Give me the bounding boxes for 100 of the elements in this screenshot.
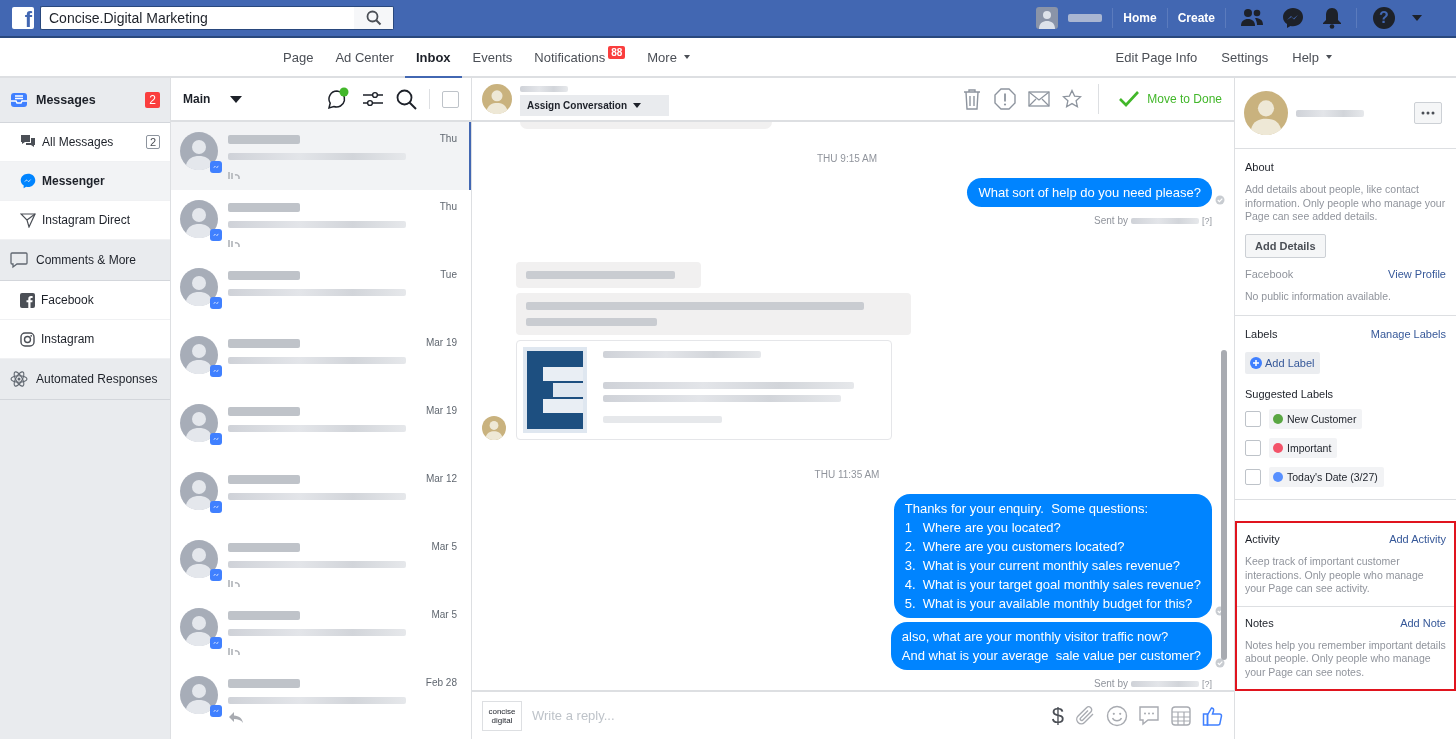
add-link[interactable]: Add Note [1400, 616, 1446, 629]
blurred-text [1131, 680, 1199, 687]
view-profile-link[interactable]: View Profile [1388, 267, 1446, 280]
star-icon[interactable] [1062, 89, 1083, 109]
messenger-badge-icon [210, 229, 222, 241]
section-title: Notes [1245, 616, 1274, 629]
label-checkbox[interactable] [1245, 469, 1261, 485]
avatar[interactable] [1036, 7, 1059, 29]
select-all-checkbox[interactable] [442, 90, 459, 108]
payment-button[interactable]: $ [1051, 702, 1064, 729]
label-checkbox[interactable] [1245, 440, 1261, 456]
nav-tab[interactable]: Notifications 88 [523, 38, 637, 78]
conversation-item[interactable]: Thu [171, 190, 471, 258]
messenger-badge-icon [210, 161, 222, 173]
search-icon[interactable] [396, 88, 417, 110]
conversation-item[interactable]: Tue [171, 258, 471, 326]
sent-by-label: Sent by [1094, 678, 1128, 689]
timestamp: THU 9:15 AM [817, 153, 877, 164]
sidebar-section[interactable]: Automated Responses [0, 359, 170, 400]
nav-tab[interactable]: Page [272, 38, 325, 78]
info-text: No public information available. [1245, 289, 1392, 303]
add-label-button[interactable]: Add Label [1245, 352, 1320, 374]
avatar [482, 84, 512, 114]
emoji-icon[interactable] [1106, 704, 1128, 727]
section-description: Notes help you remember important details about people. Only people who manage your Page can see notes. [1245, 638, 1446, 679]
filter-icon[interactable] [362, 89, 384, 109]
messenger-badge-icon [210, 569, 222, 581]
facebook-logo[interactable]: f [12, 7, 34, 29]
thumbs-up-icon[interactable] [1202, 704, 1224, 727]
conversation-item[interactable]: Mar 5 [171, 530, 471, 598]
nav-tab[interactable]: Help [1280, 38, 1344, 78]
label-tag[interactable]: Today's Date (3/27) [1269, 467, 1384, 487]
seen-icon [228, 646, 240, 656]
chat-status-icon[interactable] [326, 87, 350, 111]
scrollbar[interactable] [1221, 350, 1227, 660]
label-tag[interactable]: Important [1269, 438, 1338, 458]
section-description: Add details about people, like contact information. Only people who manage your Page can see added details. [1245, 183, 1446, 224]
create-link[interactable]: Create [1177, 11, 1215, 25]
chat-bubbles-icon [20, 134, 36, 150]
nav-tab[interactable]: Events [461, 38, 524, 78]
conversation-item[interactable]: Mar 19 [171, 394, 471, 462]
link-preview-card[interactable] [516, 340, 892, 440]
blurred-text [228, 611, 300, 620]
avatar [482, 416, 506, 440]
blurred-text [1131, 217, 1199, 224]
paperclip-icon[interactable] [1074, 704, 1096, 727]
sidebar-item[interactable]: Instagram [0, 320, 170, 359]
blurred-text [228, 135, 300, 144]
conversation-time: Thu [439, 132, 458, 144]
nav-tab[interactable]: Settings [1209, 38, 1281, 78]
atom-icon [10, 370, 28, 388]
trash-icon[interactable] [962, 88, 983, 110]
envelope-icon[interactable] [1028, 91, 1051, 107]
blurred-text [228, 475, 300, 484]
reply-icon [228, 711, 244, 724]
nav-tab[interactable]: More [636, 38, 701, 78]
sent-by-label: Sent by [1094, 215, 1128, 226]
messenger-icon[interactable] [1282, 7, 1304, 29]
nav-tab[interactable]: Ad Center [324, 38, 405, 78]
sidebar-item[interactable]: Facebook [0, 281, 170, 320]
section-title: Suggested Labels [1245, 388, 1335, 400]
inbox-icon [10, 91, 28, 109]
nav-tab[interactable]: Edit Page Info [1103, 38, 1210, 78]
messenger-badge-icon [210, 501, 222, 513]
conversation-time: Thu [439, 200, 458, 212]
alert-icon[interactable] [994, 88, 1017, 110]
message-bubble: What sort of help do you need please? [967, 178, 1212, 207]
seen-icon [228, 238, 240, 248]
page-logo: concise digital [482, 700, 522, 731]
read-receipt-icon [1215, 658, 1225, 668]
folder-dropdown[interactable]: Main [183, 92, 243, 106]
label-checkbox[interactable] [1245, 411, 1261, 427]
messenger-badge-icon [210, 297, 222, 309]
home-link[interactable]: Home [1123, 11, 1157, 25]
saved-reply-icon[interactable] [1138, 704, 1160, 727]
blurred-text [228, 339, 300, 348]
read-receipt-icon [1215, 195, 1225, 205]
assign-dropdown[interactable]: Assign Conversation [520, 95, 670, 116]
conversation-item[interactable]: Thu [171, 122, 471, 190]
add-link[interactable]: Add Activity [1389, 533, 1446, 545]
manage-labels-link[interactable]: Manage Labels [1370, 328, 1446, 340]
conversation-item[interactable]: Mar 5 [171, 598, 471, 666]
caret-icon[interactable] [1412, 15, 1422, 21]
messenger-icon [20, 173, 36, 189]
label-tag[interactable]: New Customer [1269, 409, 1363, 429]
blurred-text [1068, 14, 1103, 22]
more-button[interactable] [1414, 102, 1442, 124]
conversation-item[interactable]: Feb 28 [171, 666, 471, 734]
conversation-item[interactable]: Mar 12 [171, 462, 471, 530]
table-icon[interactable] [1170, 704, 1192, 727]
conversation-item[interactable]: Mar 19 [171, 326, 471, 394]
nav-tab[interactable]: Inbox [404, 38, 462, 78]
bell-icon[interactable] [1322, 7, 1342, 29]
sidebar-item[interactable]: All Messages 2 [0, 123, 170, 162]
sidebar-item[interactable]: Instagram Direct [0, 201, 170, 240]
avatar [180, 472, 218, 510]
friends-icon[interactable] [1240, 8, 1264, 28]
avatar [180, 608, 218, 646]
add-details-button[interactable]: Add Details [1245, 233, 1326, 258]
sidebar-item[interactable]: Messenger [0, 162, 170, 201]
